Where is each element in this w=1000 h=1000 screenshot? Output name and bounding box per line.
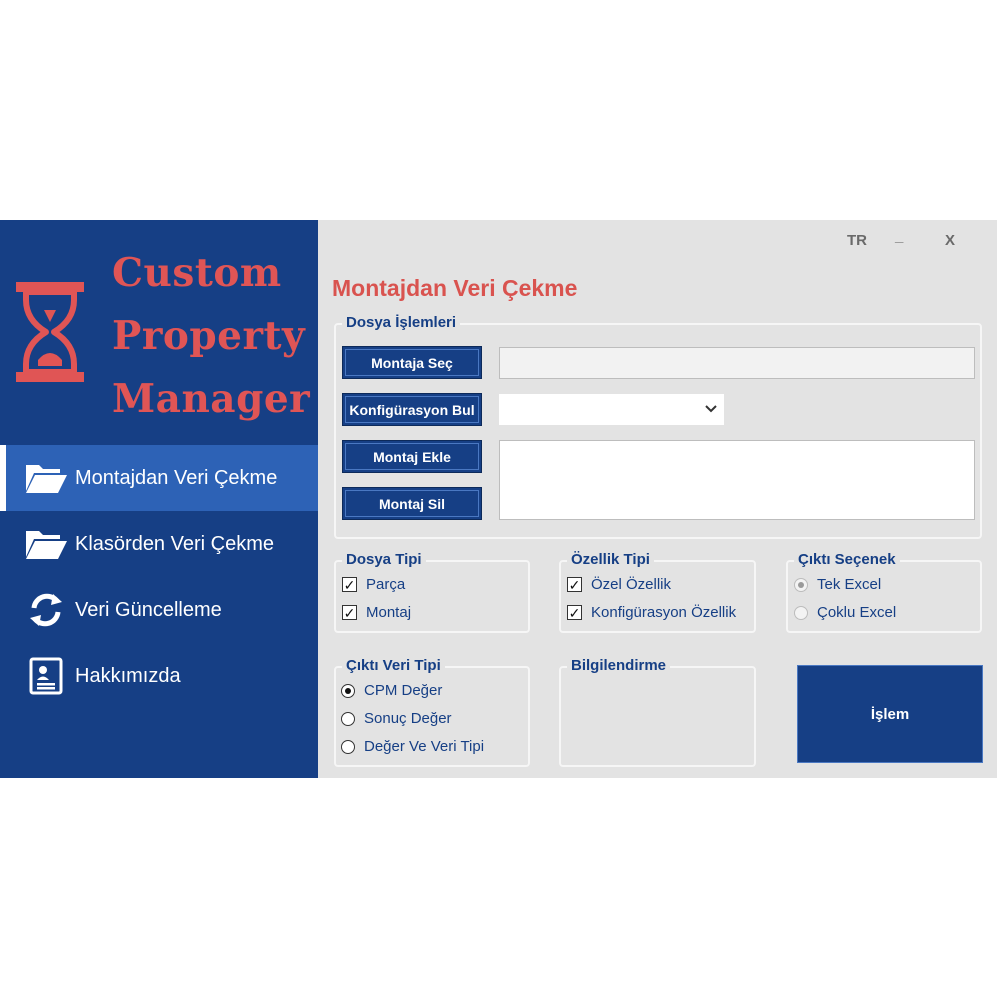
sidebar-item-veri-guncelleme[interactable]: Veri Güncelleme bbox=[0, 577, 318, 643]
sidebar-item-label: Klasörden Veri Çekme bbox=[75, 532, 274, 555]
group-title: Çıktı Veri Tipi bbox=[342, 657, 445, 674]
group-title: Bilgilendirme bbox=[567, 657, 671, 674]
information-group: Bilgilendirme bbox=[559, 657, 756, 767]
folder-open-icon bbox=[24, 526, 68, 562]
output-choice-group: Çıktı Seçenek bbox=[786, 551, 982, 633]
window-controls: TR _ X bbox=[797, 228, 997, 256]
sidebar-item-klasorden-veri-cekme[interactable]: Klasörden Veri Çekme bbox=[0, 511, 318, 577]
cpm-value-radio[interactable]: CPM Değer bbox=[341, 682, 442, 699]
radio-circle bbox=[341, 711, 355, 726]
option-label: Özel Özellik bbox=[591, 576, 672, 593]
checkbox-box: ✓ bbox=[342, 576, 357, 593]
property-type-group: Özellik Tipi bbox=[559, 551, 756, 633]
sidebar: Custom Property Manager Montajdan Veri Ç… bbox=[0, 220, 318, 778]
group-title: Dosya İşlemleri bbox=[342, 314, 461, 331]
language-button[interactable]: TR bbox=[847, 232, 867, 249]
result-value-radio[interactable]: Sonuç Değer bbox=[341, 710, 452, 727]
file-type-part-checkbox[interactable]: ✓ Parça bbox=[342, 576, 405, 593]
configuration-property-checkbox[interactable]: ✓ Konfigürasyon Özellik bbox=[567, 604, 736, 621]
option-label: Sonuç Değer bbox=[364, 710, 452, 727]
configuration-dropdown[interactable] bbox=[499, 394, 724, 425]
file-type-assembly-checkbox[interactable]: ✓ Montaj bbox=[342, 604, 411, 621]
option-label: Çoklu Excel bbox=[817, 604, 897, 621]
file-type-group: Dosya Tipi bbox=[334, 551, 530, 633]
checkbox-box: ✓ bbox=[342, 604, 357, 621]
sidebar-item-label: Montajdan Veri Çekme bbox=[75, 466, 278, 489]
option-label: CPM Değer bbox=[364, 682, 443, 699]
assembly-list[interactable] bbox=[499, 440, 975, 520]
select-assembly-button[interactable]: Montaja Seç bbox=[342, 346, 482, 379]
custom-property-checkbox[interactable]: ✓ Özel Özellik bbox=[567, 576, 671, 593]
hourglass-icon bbox=[16, 282, 84, 382]
radio-circle bbox=[794, 605, 808, 620]
page-title: Montajdan Veri Çekme bbox=[332, 275, 578, 301]
process-button[interactable]: İşlem bbox=[797, 665, 983, 763]
single-excel-radio[interactable]: Tek Excel bbox=[794, 576, 881, 593]
logo-line-3: Manager bbox=[112, 376, 311, 422]
sidebar-item-label: Veri Güncelleme bbox=[75, 598, 222, 621]
sidebar-nav: Montajdan Veri Çekme Klasörden Veri Çekm… bbox=[0, 445, 318, 709]
add-assembly-button[interactable]: Montaj Ekle bbox=[342, 440, 482, 473]
logo-line-1: Custom bbox=[112, 250, 282, 296]
assembly-path-field[interactable] bbox=[499, 347, 975, 379]
contact-card-icon bbox=[24, 657, 68, 695]
value-and-data-type-radio[interactable]: Değer Ve Veri Tipi bbox=[341, 738, 484, 755]
sidebar-item-montajdan-veri-cekme[interactable]: Montajdan Veri Çekme bbox=[0, 445, 318, 511]
group-title: Çıktı Seçenek bbox=[794, 551, 900, 568]
group-title: Özellik Tipi bbox=[567, 551, 654, 568]
close-button[interactable]: X bbox=[945, 232, 955, 249]
logo-line-2: Property bbox=[112, 313, 306, 359]
radio-circle bbox=[341, 683, 355, 698]
radio-circle bbox=[794, 577, 808, 592]
logo-text: Custom Property Manager bbox=[112, 242, 310, 431]
sidebar-item-hakkimizda[interactable]: Hakkımızda bbox=[0, 643, 318, 709]
radio-circle bbox=[341, 739, 355, 754]
option-label: Tek Excel bbox=[817, 576, 882, 593]
checkbox-box: ✓ bbox=[567, 604, 582, 621]
remove-assembly-button[interactable]: Montaj Sil bbox=[342, 487, 482, 520]
find-configuration-button[interactable]: Konfigürasyon Bul bbox=[342, 393, 482, 426]
refresh-icon bbox=[24, 592, 68, 628]
checkbox-box: ✓ bbox=[567, 576, 582, 593]
option-label: Parça bbox=[366, 576, 406, 593]
group-title: Dosya Tipi bbox=[342, 551, 426, 568]
option-label: Montaj bbox=[366, 604, 412, 621]
option-label: Konfigürasyon Özellik bbox=[591, 604, 737, 621]
app-window: Custom Property Manager Montajdan Veri Ç… bbox=[0, 220, 997, 778]
option-label: Değer Ve Veri Tipi bbox=[364, 738, 485, 755]
sidebar-item-label: Hakkımızda bbox=[75, 664, 181, 687]
logo: Custom Property Manager bbox=[0, 220, 318, 442]
chevron-down-icon bbox=[705, 405, 717, 413]
folder-open-icon bbox=[24, 460, 68, 496]
minimize-button[interactable]: _ bbox=[895, 228, 903, 245]
multiple-excel-radio[interactable]: Çoklu Excel bbox=[794, 604, 896, 621]
